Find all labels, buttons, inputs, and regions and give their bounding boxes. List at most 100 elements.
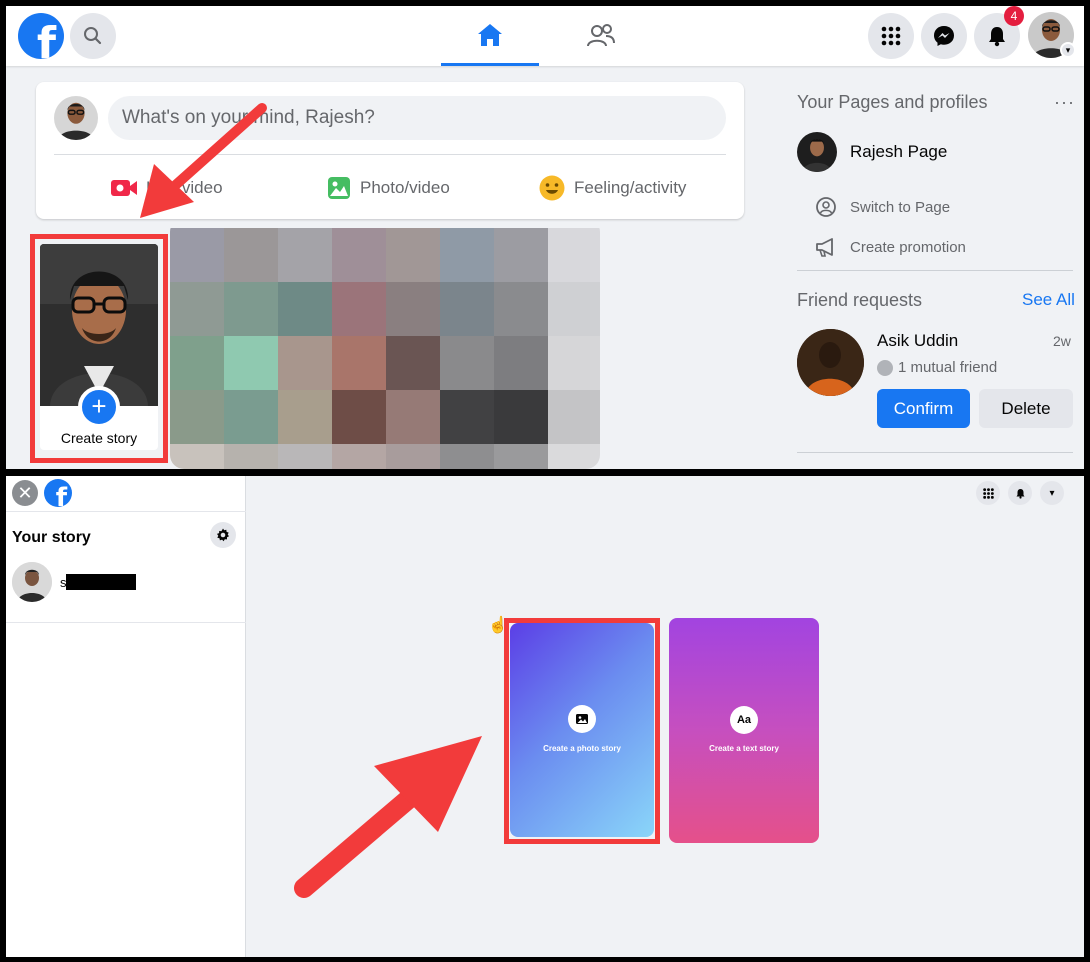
friend-requests-title: Friend requests bbox=[797, 290, 923, 310]
friend-request-avatar[interactable] bbox=[797, 329, 864, 396]
pixel-block bbox=[386, 282, 441, 337]
facebook-logo-icon[interactable]: f bbox=[18, 13, 64, 59]
pixel-block bbox=[440, 444, 495, 469]
live-video-label: Live video bbox=[146, 178, 223, 197]
account-caret-icon-small[interactable]: ▾ bbox=[1040, 481, 1064, 505]
pixel-block bbox=[224, 228, 279, 283]
pixel-block bbox=[170, 336, 225, 391]
composer-input[interactable]: What's on your mind, Rajesh? bbox=[108, 96, 726, 140]
pixel-block bbox=[440, 390, 495, 445]
pixel-block bbox=[386, 228, 441, 283]
facebook-home-screen: f 4 ▾ What's on your mind, Rajesh? Live … bbox=[6, 6, 1084, 469]
pixel-block bbox=[386, 390, 441, 445]
see-all-link[interactable]: See All bbox=[1022, 290, 1075, 310]
pixel-block bbox=[224, 336, 279, 391]
pixel-block bbox=[386, 444, 441, 469]
right-divider-bottom bbox=[797, 452, 1073, 453]
live-video-button[interactable]: Live video bbox=[110, 168, 223, 208]
story-settings-button[interactable] bbox=[210, 522, 236, 548]
search-button[interactable] bbox=[70, 13, 116, 59]
create-promotion-label: Create promotion bbox=[850, 238, 966, 256]
sidebar-header-divider bbox=[6, 511, 246, 512]
pixel-block bbox=[548, 336, 600, 391]
feeling-activity-label: Feeling/activity bbox=[574, 178, 687, 197]
page-avatar[interactable] bbox=[797, 132, 837, 172]
pixel-block bbox=[440, 336, 495, 391]
pixel-block bbox=[332, 444, 387, 469]
pixel-block bbox=[278, 282, 333, 337]
friend-request-time: 2w bbox=[1053, 333, 1071, 349]
right-divider bbox=[797, 270, 1073, 271]
pixel-block bbox=[170, 228, 225, 283]
redacted-name-bar bbox=[66, 574, 136, 590]
create-promotion-link[interactable]: Create promotion bbox=[814, 236, 966, 258]
home-icon bbox=[478, 23, 502, 46]
your-story-title: Your story bbox=[12, 529, 91, 546]
story-sidebar: ✕ f Your story s bbox=[6, 476, 246, 957]
tab-home[interactable] bbox=[441, 6, 539, 66]
friend-request-name[interactable]: Asik Uddin bbox=[877, 331, 958, 351]
composer-avatar bbox=[54, 96, 98, 140]
pixel-block bbox=[548, 444, 600, 469]
pixel-block bbox=[440, 282, 495, 337]
more-options-icon[interactable]: ··· bbox=[1054, 92, 1075, 113]
pixel-block bbox=[332, 336, 387, 391]
menu-button[interactable] bbox=[868, 13, 914, 59]
pixel-block bbox=[170, 282, 225, 337]
photo-video-label: Photo/video bbox=[360, 178, 450, 197]
pixel-block bbox=[278, 390, 333, 445]
page-name[interactable]: Rajesh Page bbox=[850, 142, 947, 162]
pixel-block bbox=[548, 390, 600, 445]
create-text-story-card[interactable]: Aa Create a text story bbox=[669, 618, 819, 843]
menu-grid-icon bbox=[881, 26, 901, 46]
composer-divider bbox=[54, 154, 726, 155]
create-story-screen: ✕ f Your story s ▾ Create a photo story … bbox=[6, 476, 1084, 957]
pixel-block bbox=[278, 444, 333, 469]
pixel-block bbox=[494, 228, 549, 283]
pixel-block bbox=[170, 444, 225, 469]
post-composer: What's on your mind, Rajesh? Live video … bbox=[36, 82, 744, 219]
smile-icon bbox=[539, 175, 565, 201]
account-caret-icon[interactable]: ▾ bbox=[1060, 42, 1076, 58]
switch-to-page-link[interactable]: Switch to Page bbox=[814, 196, 950, 218]
pixel-block bbox=[494, 390, 549, 445]
megaphone-icon bbox=[816, 238, 833, 257]
facebook-logo-icon-small[interactable]: f bbox=[44, 479, 72, 507]
hand-cursor-icon: ☝ bbox=[488, 617, 508, 634]
confirm-button[interactable]: Confirm bbox=[877, 389, 970, 428]
notifications-button-small[interactable] bbox=[1008, 481, 1032, 505]
pixel-block bbox=[170, 390, 225, 445]
pixel-block bbox=[494, 444, 549, 469]
close-icon[interactable]: ✕ bbox=[12, 480, 38, 506]
pixel-block bbox=[332, 282, 387, 337]
menu-grid-icon-small bbox=[982, 487, 994, 499]
bell-icon bbox=[989, 27, 1005, 47]
feeling-activity-button[interactable]: Feeling/activity bbox=[538, 168, 686, 208]
pixel-block bbox=[440, 228, 495, 283]
notification-count-badge: 4 bbox=[1004, 6, 1024, 26]
highlight-box-create-story bbox=[30, 234, 168, 463]
sidebar-user-avatar[interactable] bbox=[12, 562, 52, 602]
pixel-block bbox=[332, 390, 387, 445]
pixel-block bbox=[386, 336, 441, 391]
pages-section-title: Your Pages and profiles bbox=[797, 92, 988, 112]
bell-icon-small bbox=[1016, 488, 1024, 499]
search-icon bbox=[84, 27, 102, 45]
menu-button-small[interactable] bbox=[976, 481, 1000, 505]
pixel-block bbox=[224, 390, 279, 445]
top-navbar: f 4 ▾ bbox=[6, 6, 1084, 66]
highlight-box-photo-story bbox=[504, 618, 660, 844]
messenger-button[interactable] bbox=[921, 13, 967, 59]
pixel-block bbox=[548, 282, 600, 337]
pixel-block bbox=[224, 444, 279, 469]
delete-button[interactable]: Delete bbox=[979, 389, 1073, 428]
tab-friends[interactable] bbox=[566, 6, 636, 66]
pixel-block bbox=[548, 228, 600, 283]
messenger-icon bbox=[934, 26, 954, 46]
mutual-friend-label: 1 mutual friend bbox=[898, 359, 998, 376]
switch-to-page-label: Switch to Page bbox=[850, 198, 951, 216]
video-camera-icon bbox=[111, 180, 137, 196]
mutual-friend-avatar bbox=[877, 359, 893, 376]
switch-profile-icon bbox=[816, 197, 836, 217]
photo-video-button[interactable]: Photo/video bbox=[326, 168, 450, 208]
